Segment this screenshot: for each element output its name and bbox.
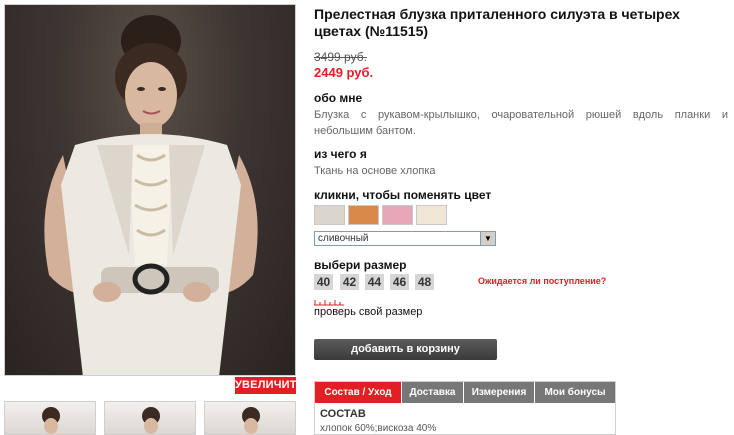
material-heading: из чего я	[314, 147, 367, 161]
tab-bonuses[interactable]: Мои бонусы	[535, 382, 615, 403]
color-select[interactable]: сливочный ▼	[314, 231, 496, 246]
availability-link[interactable]: Ожидается ли поступление?	[478, 276, 606, 286]
size-heading: выбери размер	[314, 258, 407, 272]
tab-delivery[interactable]: Доставка	[402, 382, 464, 403]
thumbnail-1-image	[42, 407, 60, 434]
thumbnail-2[interactable]	[104, 401, 196, 435]
ruler-icon	[314, 300, 344, 306]
size-option-44[interactable]: 44	[365, 274, 384, 290]
info-tabs: Состав / Уход Доставка Измерения Мои бон…	[314, 381, 616, 435]
size-check-link[interactable]: проверь свой размер	[314, 306, 422, 318]
old-price: 3499 руб.	[314, 50, 367, 64]
size-option-48[interactable]: 48	[415, 274, 434, 290]
chevron-down-icon[interactable]: ▼	[480, 232, 495, 245]
about-heading: обо мне	[314, 91, 363, 105]
color-swatch-pink[interactable]	[382, 205, 413, 225]
thumbnail-3[interactable]	[204, 401, 296, 435]
thumbnail-2-image	[142, 407, 160, 434]
color-heading: кликни, чтобы поменять цвет	[314, 188, 492, 202]
tab-composition[interactable]: Состав / Уход	[315, 382, 402, 403]
color-swatch-cream[interactable]	[416, 205, 447, 225]
size-option-42[interactable]: 42	[340, 274, 359, 290]
new-price: 2449 руб.	[314, 65, 374, 80]
material-text: Ткань на основе хлопка	[314, 165, 436, 177]
product-main-photo[interactable]	[4, 4, 296, 376]
color-swatch-orange[interactable]	[348, 205, 379, 225]
add-to-cart-button[interactable]: добавить в корзину	[314, 339, 497, 360]
tab-content-title: СОСТАВ	[320, 408, 366, 420]
product-title: Прелестная блузка приталенного силуэта в…	[314, 6, 680, 39]
zoom-button[interactable]: УВЕЛИЧИТЬ	[235, 377, 305, 394]
about-text: Блузка с рукавом-крылышко, очаровательно…	[314, 109, 728, 137]
tab-content-text: хлопок 60%;вискоза 40%	[320, 423, 437, 434]
thumbnail-strip	[4, 401, 296, 435]
color-select-value: сливочный	[318, 233, 369, 244]
thumbnail-1[interactable]	[4, 401, 96, 435]
model-illustration	[44, 15, 258, 375]
color-swatch-grey[interactable]	[314, 205, 345, 225]
thumbnail-3-image	[242, 407, 260, 434]
tab-measurements[interactable]: Измерения	[464, 382, 535, 403]
size-option-46[interactable]: 46	[390, 274, 409, 290]
size-option-40[interactable]: 40	[314, 274, 333, 290]
